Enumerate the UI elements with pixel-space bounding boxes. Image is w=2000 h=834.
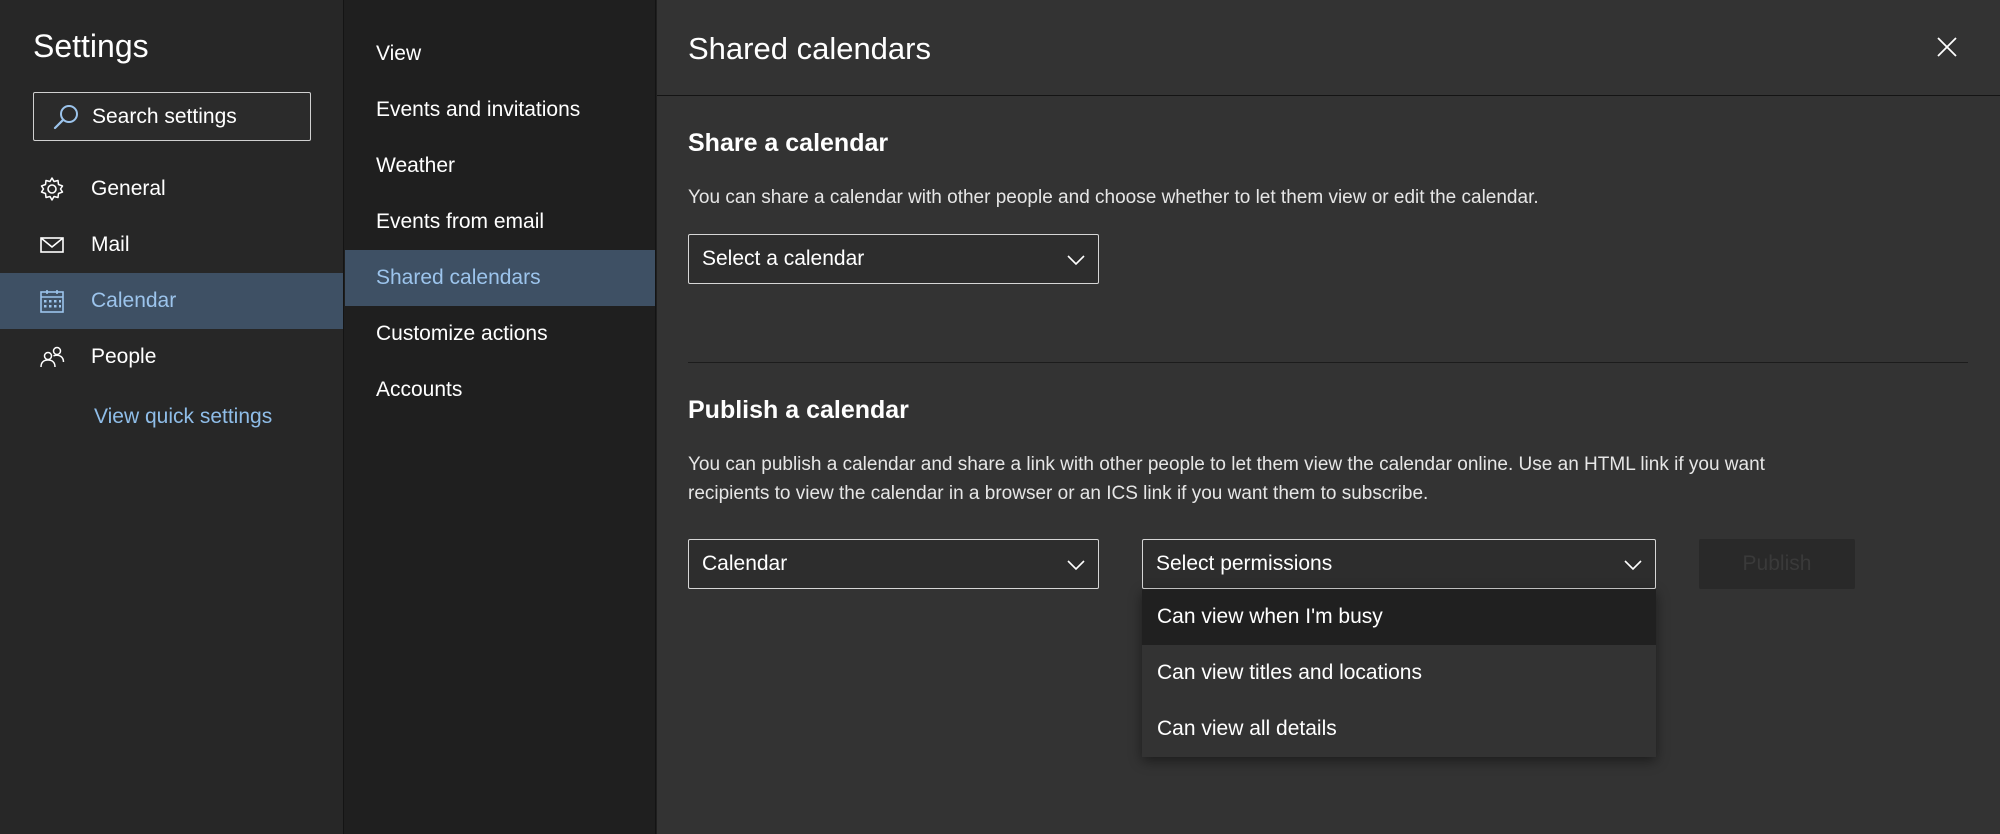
calendar-categories: View Events and invitations Weather Even… (345, 0, 656, 834)
publish-description-line1: You can publish a calendar and share a l… (688, 454, 1765, 475)
chevron-down-icon (1067, 255, 1085, 266)
settings-nav: General Mail Calendar People (0, 161, 343, 385)
search-box[interactable] (33, 92, 311, 141)
category-accounts[interactable]: Accounts (345, 362, 655, 418)
nav-item-label: Mail (91, 233, 130, 256)
publish-calendar-dropdown[interactable]: Calendar (688, 539, 1099, 589)
select-calendar-dropdown[interactable]: Select a calendar (688, 234, 1099, 284)
permission-option-busy[interactable]: Can view when I'm busy (1142, 589, 1656, 645)
select-calendar-label: Select a calendar (702, 247, 865, 270)
gear-icon (40, 177, 64, 201)
permission-option-titles-locations[interactable]: Can view titles and locations (1142, 645, 1656, 701)
category-weather[interactable]: Weather (345, 138, 655, 194)
publish-calendar-description: You can publish a calendar and share a l… (688, 450, 1978, 508)
category-events-from-email[interactable]: Events from email (345, 194, 655, 250)
publish-calendar-value: Calendar (702, 552, 788, 575)
people-icon (40, 346, 65, 368)
publish-description-line2: recipients to view the calendar in a bro… (688, 483, 1429, 504)
publish-calendar-heading: Publish a calendar (688, 396, 909, 424)
settings-sidebar: Settings General Mail (0, 0, 344, 834)
chevron-down-icon (1067, 560, 1085, 571)
permissions-menu: Can view when I'm busy Can view titles a… (1142, 589, 1656, 757)
search-icon (53, 104, 78, 129)
category-shared-calendars[interactable]: Shared calendars (345, 250, 655, 306)
panel-header: Shared calendars (657, 0, 2000, 96)
shared-calendars-panel: Shared calendars Share a calendar You ca… (657, 0, 2000, 834)
mail-icon (40, 237, 64, 253)
share-calendar-heading: Share a calendar (688, 129, 889, 157)
category-view[interactable]: View (345, 26, 655, 82)
share-calendar-description: You can share a calendar with other peop… (688, 187, 1539, 208)
nav-item-label: Calendar (91, 289, 177, 312)
nav-item-calendar[interactable]: Calendar (0, 273, 343, 329)
permission-option-all-details[interactable]: Can view all details (1142, 701, 1656, 757)
settings-window: Settings General Mail (0, 0, 2000, 834)
chevron-down-icon (1624, 560, 1642, 571)
close-icon (1937, 37, 1957, 57)
panel-title: Shared calendars (688, 31, 931, 66)
calendar-icon (40, 290, 64, 313)
category-nav: View Events and invitations Weather Even… (345, 26, 655, 418)
settings-title: Settings (33, 28, 149, 64)
category-customize-actions[interactable]: Customize actions (345, 306, 655, 362)
nav-item-label: People (91, 345, 157, 368)
search-input[interactable] (92, 104, 292, 129)
category-events-and-invitations[interactable]: Events and invitations (345, 82, 655, 138)
nav-item-label: General (91, 177, 166, 200)
nav-item-mail[interactable]: Mail (0, 217, 343, 273)
close-button[interactable] (1932, 32, 1962, 62)
publish-button[interactable]: Publish (1699, 539, 1855, 589)
section-divider (688, 362, 1968, 363)
nav-item-people[interactable]: People (0, 329, 343, 385)
permissions-placeholder: Select permissions (1156, 552, 1333, 575)
nav-item-general[interactable]: General (0, 161, 343, 217)
permissions-dropdown[interactable]: Select permissions (1142, 539, 1656, 589)
view-quick-settings-link[interactable]: View quick settings (94, 405, 272, 429)
